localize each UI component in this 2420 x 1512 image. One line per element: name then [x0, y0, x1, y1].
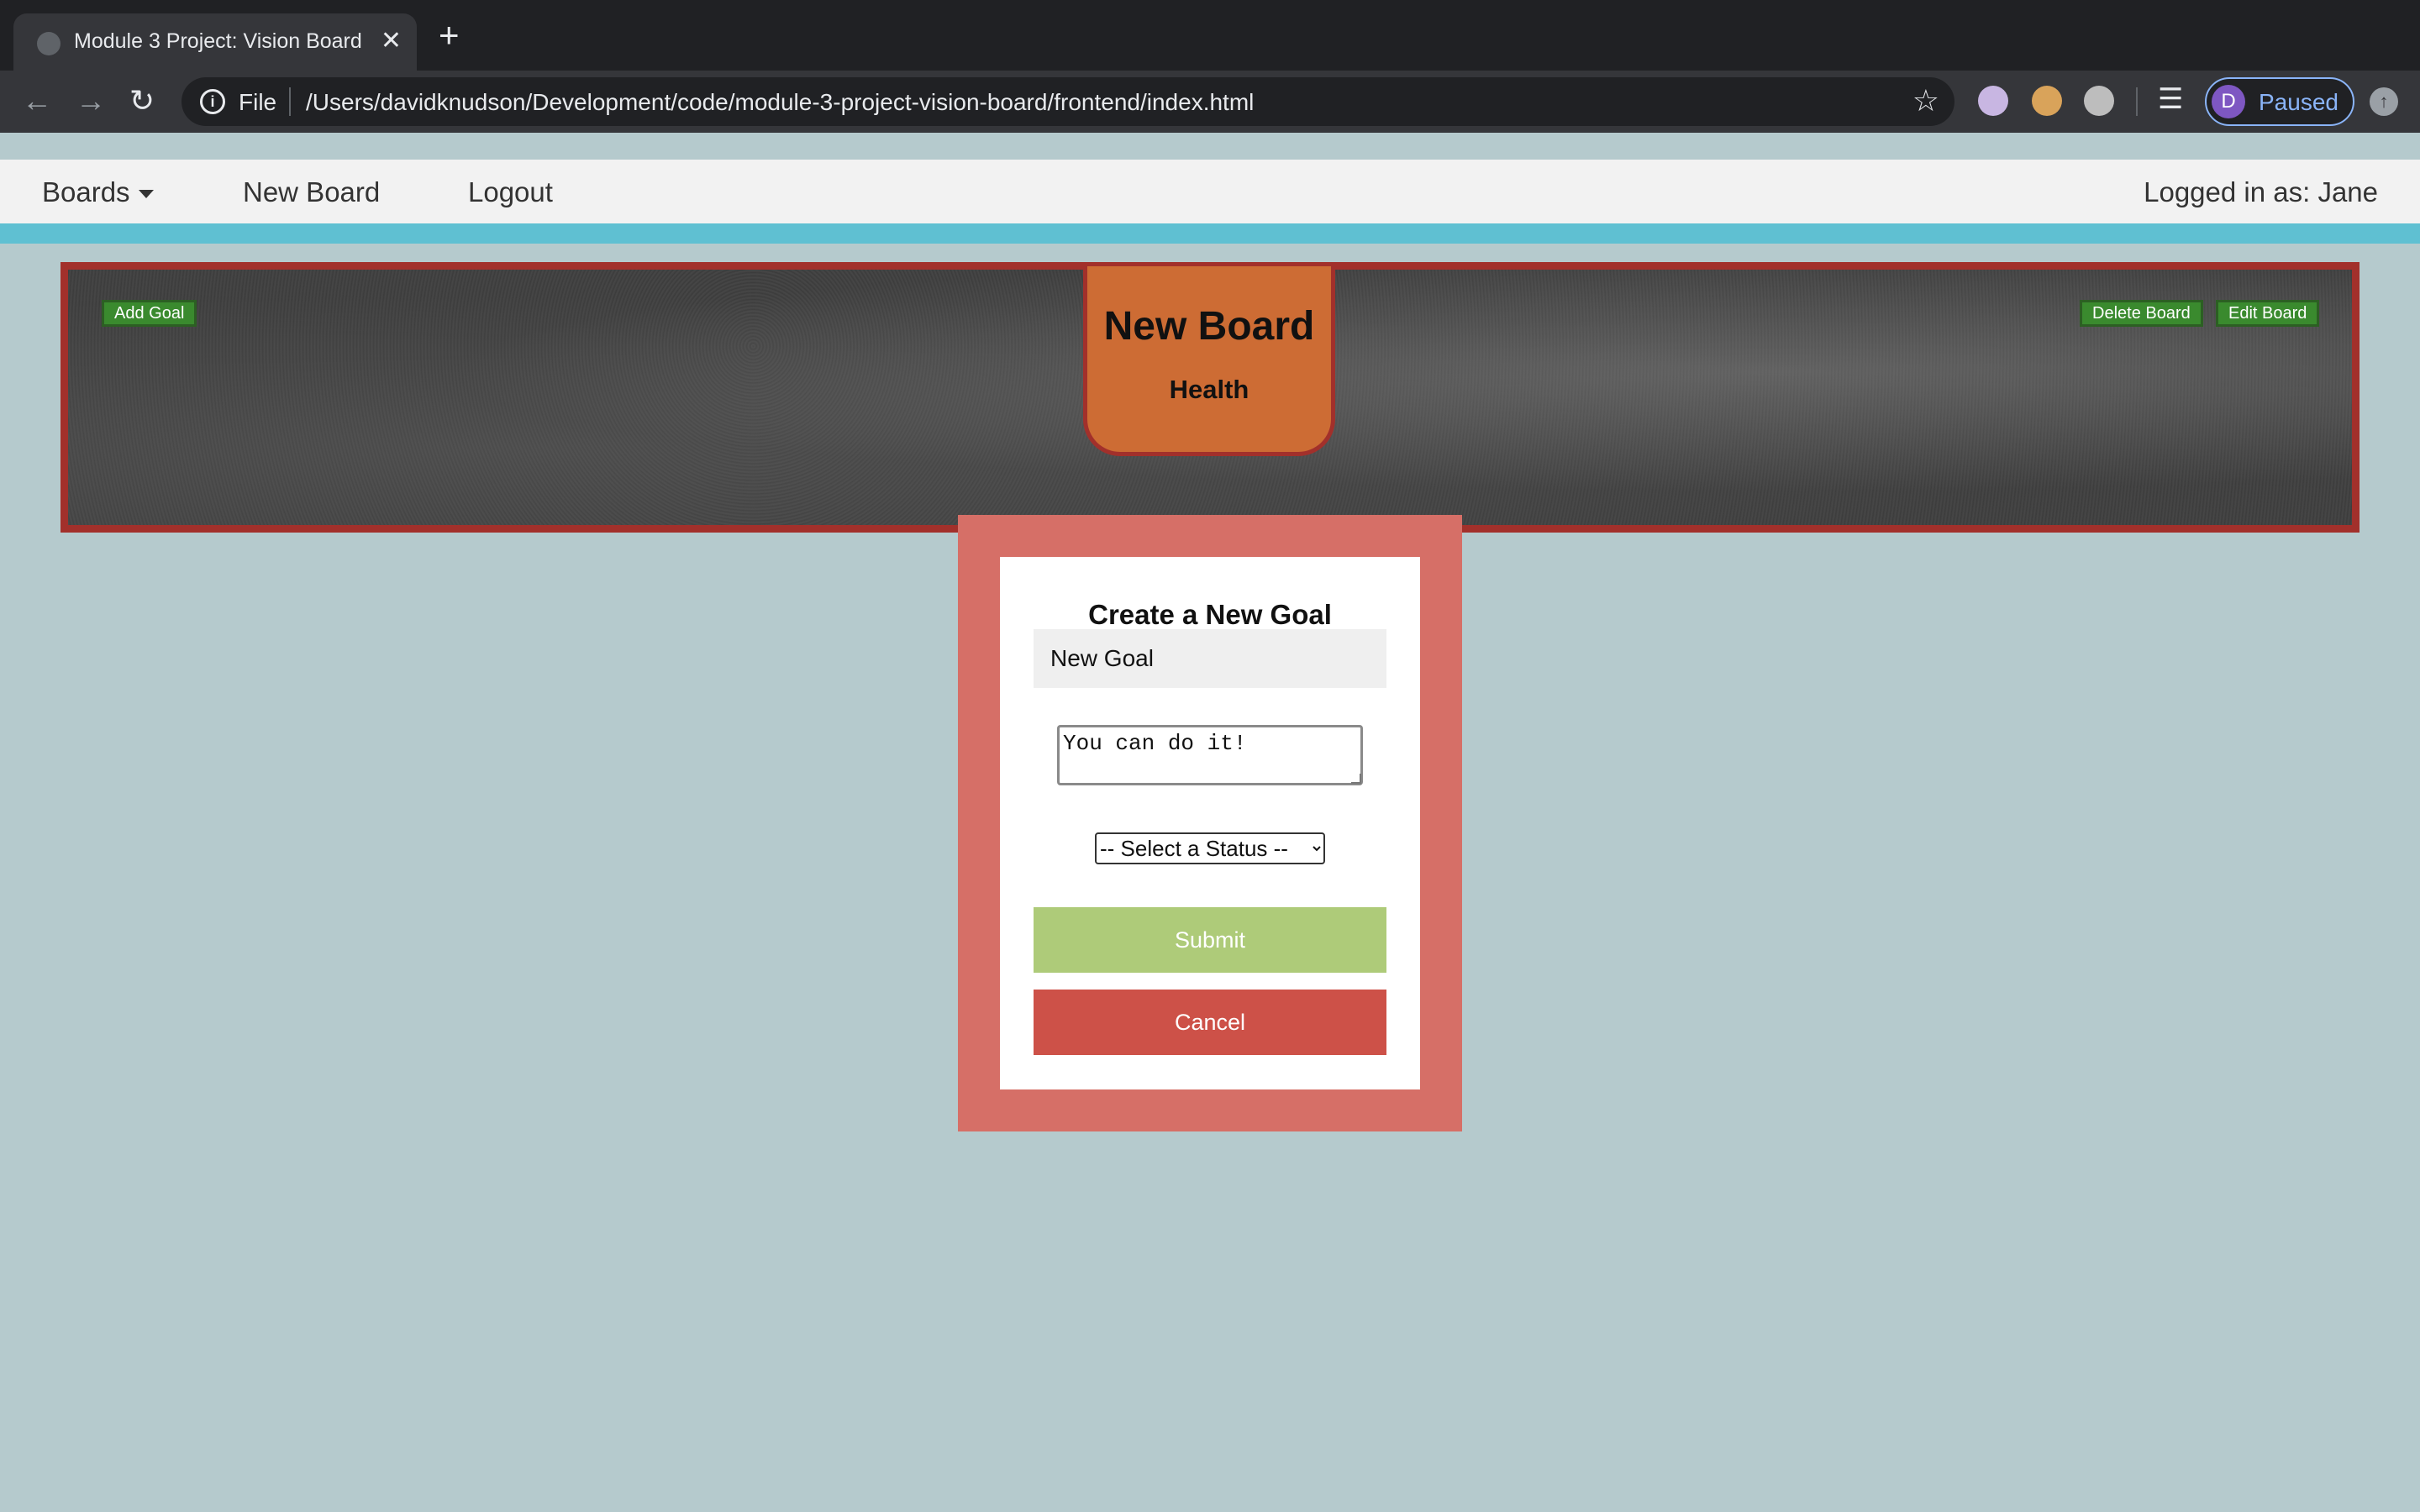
info-icon[interactable]: i: [200, 89, 225, 114]
resize-grip-icon[interactable]: [1351, 774, 1361, 784]
reload-icon[interactable]: ↻: [129, 84, 155, 118]
back-icon[interactable]: ←: [22, 84, 52, 118]
new-tab-icon[interactable]: +: [439, 18, 460, 53]
new-goal-form: Create a New Goal You can do it! -- Sele…: [1000, 557, 1420, 1089]
goal-description-textarea[interactable]: You can do it!: [1057, 725, 1363, 785]
update-icon[interactable]: ↑: [2370, 87, 2398, 116]
cancel-button[interactable]: Cancel: [1034, 990, 1386, 1055]
tab-title: Module 3 Project: Vision Board: [74, 29, 362, 53]
add-goal-button[interactable]: Add Goal: [102, 300, 197, 327]
caret-down-icon: [138, 190, 154, 199]
page-top-strip: [0, 133, 2420, 160]
status-select[interactable]: -- Select a Status --: [1095, 832, 1325, 864]
board-title-card: New Board Health: [1083, 266, 1335, 456]
delete-board-button[interactable]: Delete Board: [2080, 300, 2203, 327]
boards-dropdown[interactable]: Boards: [42, 176, 154, 208]
close-tab-icon[interactable]: ✕: [381, 27, 402, 55]
new-goal-modal: Create a New Goal You can do it! -- Sele…: [958, 515, 1462, 1131]
avatar: D: [2212, 85, 2245, 118]
goal-title-input[interactable]: [1034, 629, 1386, 688]
edit-board-button[interactable]: Edit Board: [2216, 300, 2320, 327]
extension-icon[interactable]: [2084, 86, 2114, 116]
browser-toolbar: ← → ↻ i File /Users/davidknudson/Develop…: [0, 71, 2420, 133]
cookie-icon[interactable]: [2032, 86, 2062, 116]
boards-dropdown-label: Boards: [42, 176, 130, 207]
playlist-icon[interactable]: ☰: [2158, 82, 2183, 116]
submit-button[interactable]: Submit: [1034, 907, 1386, 973]
logged-in-user: Logged in as: Jane: [2144, 176, 2378, 207]
url-scheme: File: [239, 89, 277, 115]
logout-link[interactable]: Logout: [468, 176, 553, 208]
navbar-accent-bar: [0, 223, 2420, 244]
form-title: Create a New Goal: [1088, 599, 1332, 630]
toolbar-divider: [2136, 87, 2138, 116]
address-bar[interactable]: i File /Users/davidknudson/Development/c…: [182, 77, 1954, 126]
browser-tabstrip: Module 3 Project: Vision Board ✕ +: [0, 0, 2420, 71]
board-header: Add Goal New Board Health Delete Board E…: [60, 262, 2360, 533]
extension-icon[interactable]: [1978, 86, 2008, 116]
site-navbar: Boards New Board Logout Logged in as: Ja…: [0, 160, 2420, 223]
address-divider: [289, 87, 291, 116]
board-title: New Board: [1103, 304, 1315, 349]
forward-icon[interactable]: →: [76, 84, 106, 118]
browser-tab[interactable]: Module 3 Project: Vision Board ✕: [13, 13, 417, 71]
board-category: Health: [1169, 375, 1249, 404]
profile-button[interactable]: D Paused: [2205, 77, 2354, 126]
profile-status: Paused: [2259, 89, 2338, 115]
new-board-link[interactable]: New Board: [243, 176, 380, 208]
url-text[interactable]: /Users/davidknudson/Development/code/mod…: [306, 89, 1254, 116]
globe-icon: [37, 32, 60, 55]
star-icon[interactable]: ☆: [1912, 84, 1939, 118]
